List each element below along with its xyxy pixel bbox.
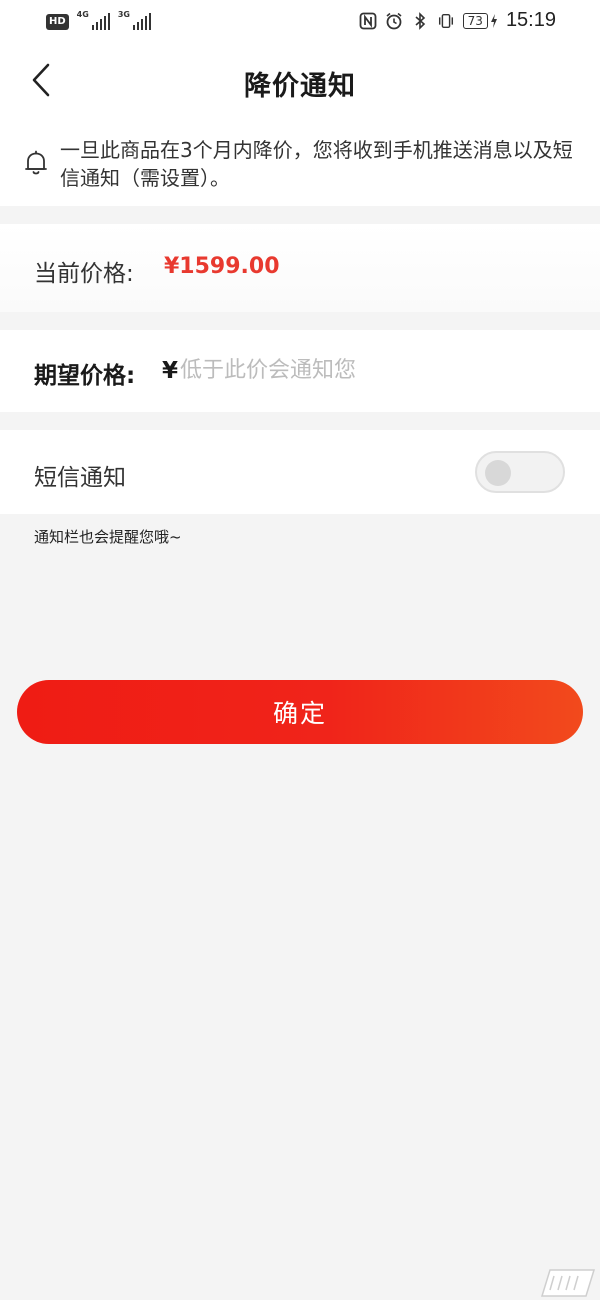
charging-icon [490, 13, 497, 28]
status-right: 73 15:19 [359, 9, 556, 32]
page-title: 降价通知 [244, 71, 356, 102]
toggle-knob [485, 460, 511, 486]
network-type-label: 4G [76, 10, 89, 19]
sms-notification-label: 短信通知 [34, 465, 126, 491]
signal-4g-icon: 4G [77, 10, 110, 30]
current-price-value: ¥1599.00 [164, 254, 280, 279]
sms-notification-toggle[interactable] [475, 451, 565, 493]
bluetooth-icon [411, 11, 429, 31]
bell-icon [24, 150, 48, 176]
hint-text: 通知栏也会提醒您哦~ [34, 528, 182, 546]
currency-symbol: ¥ [162, 358, 179, 384]
status-left: HD 4G 3G [46, 10, 151, 30]
alarm-icon [385, 11, 403, 31]
nfc-icon [359, 11, 377, 31]
expected-price-row: 期望价格: ¥ [0, 330, 600, 412]
expected-price-label: 期望价格: [34, 363, 136, 389]
network-type-label: 3G [117, 10, 130, 19]
battery-level: 73 [462, 12, 488, 29]
confirm-button[interactable]: 确定 [17, 680, 583, 744]
expected-price-input[interactable] [180, 350, 560, 390]
current-price-row: 当前价格: ¥1599.00 [0, 224, 600, 312]
vibrate-icon [437, 11, 455, 31]
signal-3g-icon: 3G [118, 10, 151, 30]
notice-banner: 一旦此商品在3个月内降价，您将收到手机推送消息以及短信通知（需设置）。 [0, 124, 600, 206]
clock: 15:19 [505, 9, 556, 31]
notice-text: 一旦此商品在3个月内降价，您将收到手机推送消息以及短信通知（需设置）。 [60, 138, 573, 190]
status-bar: HD 4G 3G 73 15:19 [0, 0, 600, 40]
battery-indicator: 73 [462, 12, 498, 29]
navigation-bar: 降价通知 [0, 40, 600, 124]
current-price-label: 当前价格: [34, 261, 134, 287]
sms-notification-row: 短信通知 [0, 430, 600, 514]
hd-badge: HD [46, 14, 69, 30]
watermark-logo [540, 1269, 596, 1297]
